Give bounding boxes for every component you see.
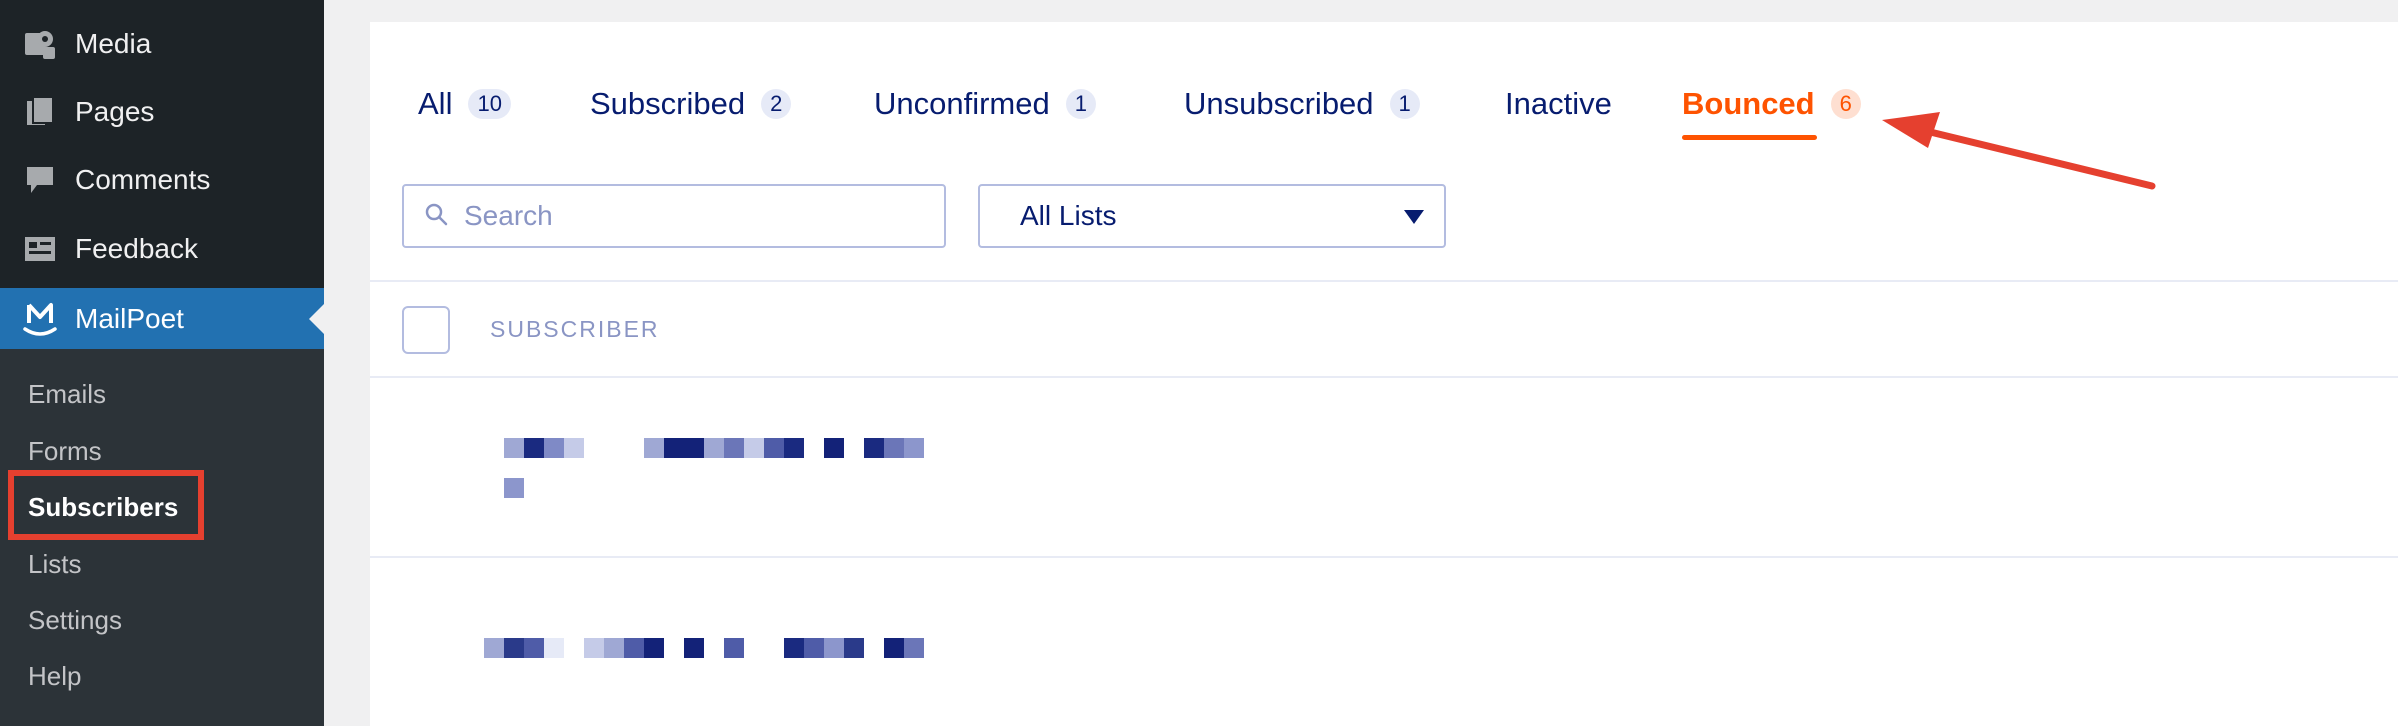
tab-count-badge: 6 [1830, 89, 1861, 119]
caret-down-icon [1404, 210, 1424, 224]
menu-item-label: Comments [75, 164, 211, 195]
submenu-item-lists[interactable]: Lists [28, 544, 81, 584]
tab-count-badge: 10 [468, 89, 511, 119]
tab-count-badge: 2 [761, 89, 792, 119]
table-row-subscriber-redacted-part [884, 438, 924, 458]
tab-label: Inactive [1505, 86, 1612, 121]
submenu-item-help[interactable]: Help [28, 656, 81, 696]
active-tab-underline [1682, 135, 1817, 140]
divider [370, 556, 2398, 558]
tab-label: Unconfirmed [874, 86, 1050, 121]
tab-bounced[interactable]: Bounced 6 [1682, 82, 1861, 140]
menu-item-label: MailPoet [75, 303, 184, 334]
tab-unsubscribed[interactable]: Unsubscribed 1 [1184, 82, 1420, 126]
subscribers-highlight-box [8, 470, 204, 540]
annotation-arrow-icon [1882, 112, 2156, 190]
mailpoet-icon [22, 301, 58, 337]
tab-label: Bounced [1682, 86, 1815, 121]
search-icon [424, 202, 448, 231]
list-select-value: All Lists [1020, 200, 1117, 231]
submenu-item-forms[interactable]: Forms [28, 431, 102, 471]
menu-item-label: Pages [75, 96, 155, 127]
menu-item-pages[interactable]: Pages [0, 82, 324, 142]
admin-sidebar: Media Pages Comments Feedback MailPoet E… [0, 0, 324, 726]
submenu-item-settings[interactable]: Settings [28, 600, 122, 640]
tab-inactive[interactable]: Inactive [1505, 82, 1612, 126]
divider [370, 376, 2398, 378]
menu-item-label: Feedback [75, 233, 198, 264]
tab-label: Unsubscribed [1184, 86, 1374, 121]
divider [370, 280, 2398, 282]
column-header-subscriber: SUBSCRIBER [490, 316, 660, 342]
table-row-subscriber-redacted[interactable] [504, 438, 804, 498]
comments-icon [22, 162, 58, 198]
media-icon [22, 26, 58, 62]
tab-label: Subscribed [590, 86, 746, 121]
tab-count-badge: 1 [1065, 89, 1096, 119]
submenu-item-emails[interactable]: Emails [28, 374, 106, 414]
tab-count-badge: 1 [1389, 89, 1420, 119]
menu-item-label: Media [75, 28, 152, 59]
menu-item-mailpoet[interactable]: MailPoet [0, 288, 324, 350]
search-field[interactable] [402, 184, 946, 248]
list-filter-select[interactable]: All Lists [978, 184, 1446, 248]
search-input[interactable] [462, 199, 906, 233]
tab-subscribed[interactable]: Subscribed 2 [590, 82, 792, 126]
menu-item-feedback[interactable]: Feedback [0, 219, 324, 279]
tab-unconfirmed[interactable]: Unconfirmed 1 [874, 82, 1096, 126]
tab-all[interactable]: All 10 [418, 82, 511, 126]
menu-item-comments[interactable]: Comments [0, 150, 324, 210]
menu-item-media[interactable]: Media [0, 14, 324, 74]
pages-icon [22, 94, 58, 130]
feedback-icon [22, 231, 58, 267]
select-all-checkbox[interactable] [402, 306, 450, 354]
tab-label: All [418, 86, 453, 121]
table-row-subscriber-redacted[interactable] [484, 638, 924, 658]
